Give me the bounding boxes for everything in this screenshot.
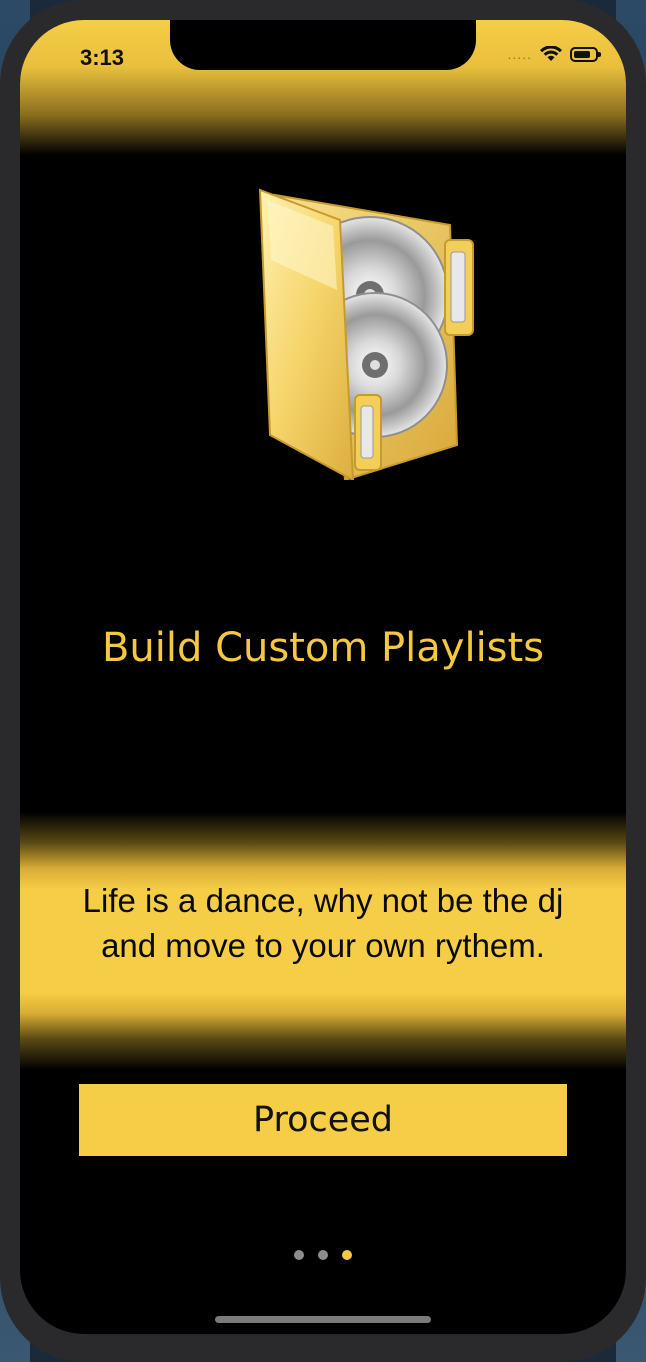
proceed-button[interactable]: Proceed — [79, 1084, 567, 1156]
folder-with-discs-icon — [258, 188, 474, 480]
page-indicator[interactable] — [20, 1250, 626, 1260]
page-dot-1[interactable] — [294, 1250, 304, 1260]
wifi-icon — [540, 46, 562, 61]
cellular-signal-icon: ..... — [507, 46, 532, 62]
page-dot-3-active[interactable] — [342, 1250, 352, 1260]
status-icons: ..... — [507, 46, 601, 62]
phone-frame: 3:13 ..... Build Custom Playlists Life i… — [0, 0, 646, 1362]
home-indicator[interactable] — [215, 1316, 431, 1323]
device-notch — [170, 20, 476, 70]
slide-title: Build Custom Playlists — [101, 625, 545, 671]
page-dot-2[interactable] — [318, 1250, 328, 1260]
battery-icon — [570, 46, 601, 62]
app-screen: 3:13 ..... Build Custom Playlists Life i… — [20, 20, 626, 1334]
slide-description: Life is a dance, why not be the dj and m… — [82, 882, 564, 964]
status-time: 3:13 — [80, 45, 125, 70]
